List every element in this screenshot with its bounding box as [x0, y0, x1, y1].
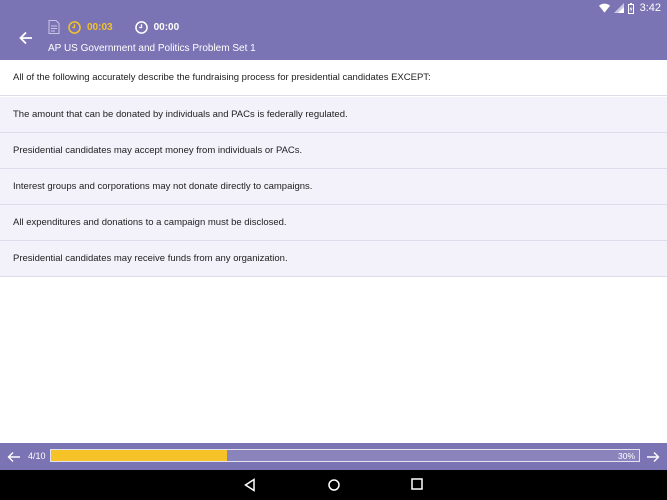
answer-option-5[interactable]: Presidential candidates may receive fund…: [0, 241, 667, 277]
progress-percent: 30%: [617, 451, 635, 461]
cellular-signal-icon: [613, 3, 624, 13]
progress-track: 30%: [50, 449, 640, 462]
question-text: All of the following accurately describe…: [0, 62, 667, 96]
nav-recent-apps-icon[interactable]: [411, 478, 423, 490]
question-timer: 00:03: [87, 21, 113, 33]
status-time: 3:42: [639, 2, 661, 14]
answer-option-4[interactable]: All expenditures and donations to a camp…: [0, 205, 667, 241]
page-title: AP US Government and Politics Problem Se…: [48, 43, 256, 54]
wifi-icon: [598, 3, 610, 13]
answer-option-1[interactable]: The amount that can be donated by indivi…: [0, 97, 667, 133]
answer-option-3[interactable]: Interest groups and corporations may not…: [0, 169, 667, 205]
arrow-right-icon[interactable]: [645, 449, 661, 465]
arrow-left-icon[interactable]: [16, 28, 36, 48]
answer-option-2[interactable]: Presidential candidates may accept money…: [0, 133, 667, 169]
clock-icon: [134, 20, 148, 34]
status-bar: 3:42: [0, 0, 667, 16]
clock-icon: [68, 20, 81, 34]
document-icon: [48, 20, 60, 34]
answer-list: The amount that can be donated by indivi…: [0, 97, 667, 277]
progress-bar-container: 4/10 30%: [0, 443, 667, 470]
nav-back-icon[interactable]: [243, 478, 257, 492]
question-counter: 4/10: [28, 451, 46, 461]
app-bar: 00:03 00:00 AP US Government and Politic…: [0, 16, 667, 60]
timer-row: 00:03 00:00: [48, 20, 179, 34]
status-icons: 3:42: [598, 2, 661, 14]
battery-charging-icon: [627, 2, 634, 14]
system-nav-bar: [0, 470, 667, 500]
arrow-left-icon[interactable]: [6, 449, 22, 465]
total-timer: 00:00: [153, 21, 180, 33]
nav-home-icon[interactable]: [327, 478, 341, 492]
progress-fill: [51, 450, 228, 461]
